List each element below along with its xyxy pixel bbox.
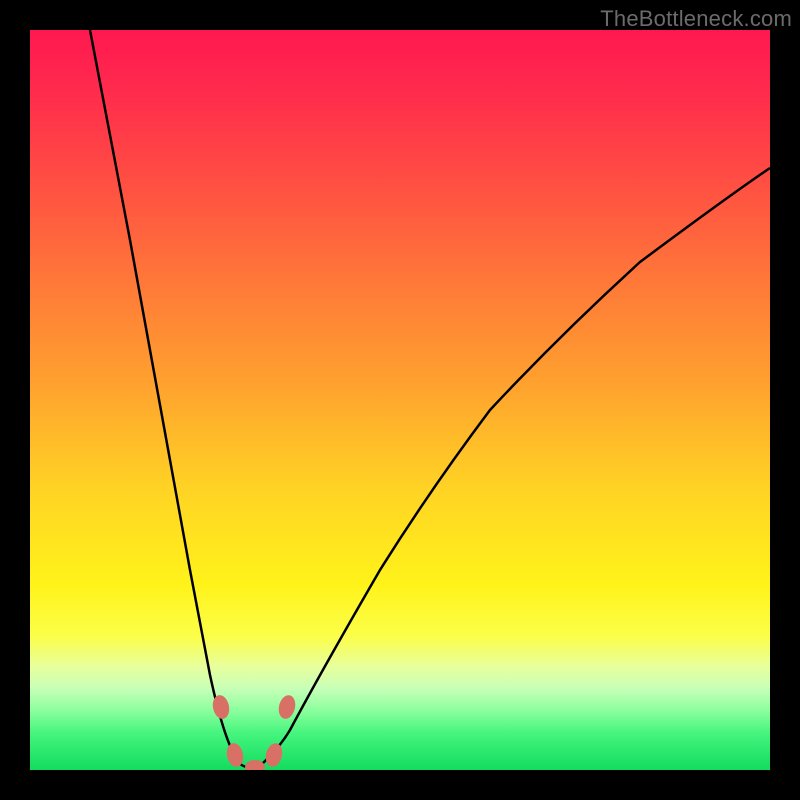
- marker-right-upper: [276, 693, 297, 720]
- watermark-text: TheBottleneck.com: [600, 6, 792, 32]
- bottleneck-curve-right: [250, 168, 770, 767]
- chart-svg: [30, 30, 770, 770]
- marker-bottom: [245, 760, 265, 770]
- bottleneck-curve-left: [90, 30, 250, 767]
- marker-right-lower: [263, 741, 284, 768]
- outer-frame: TheBottleneck.com: [0, 0, 800, 800]
- marker-left-upper: [211, 694, 232, 721]
- plot-area: [30, 30, 770, 770]
